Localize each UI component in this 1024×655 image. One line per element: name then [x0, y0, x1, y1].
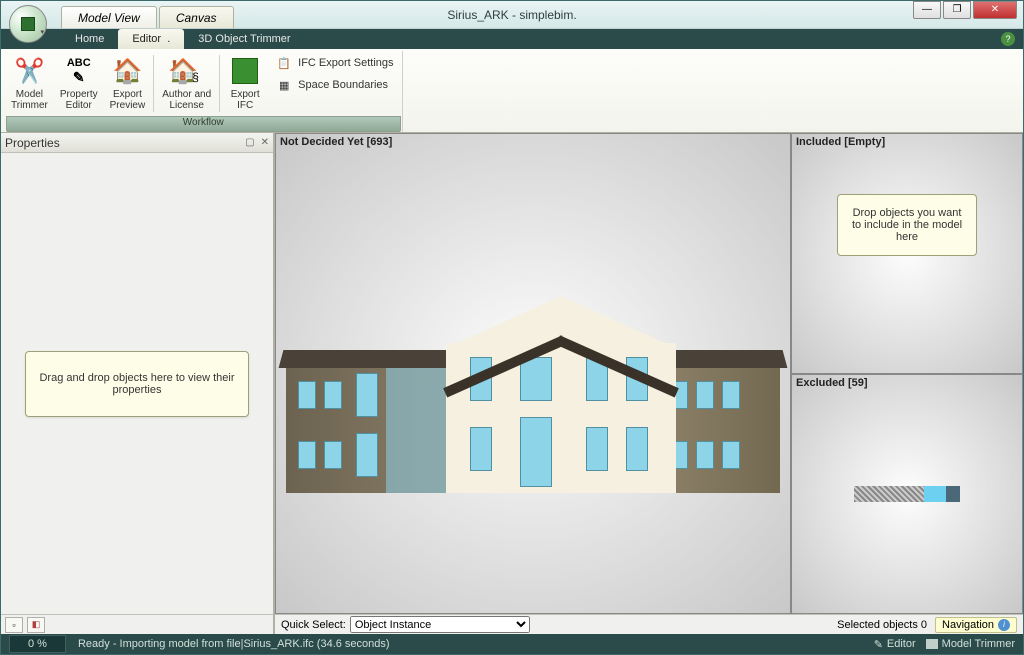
tab-model-view[interactable]: Model View: [61, 6, 157, 28]
quick-select-dropdown[interactable]: Object Instance: [350, 616, 530, 633]
main-area: Properties ▢ ✕ Drag and drop objects her…: [1, 133, 1023, 634]
menu-editor[interactable]: Editor .: [118, 29, 184, 49]
included-drop-hint: Drop objects you want to include in the …: [837, 194, 977, 256]
viewport-excluded-title: Excluded [59]: [796, 377, 868, 389]
status-progress: 0 %: [9, 635, 66, 653]
abc-pencil-icon: ABC✎: [63, 55, 95, 87]
help-button[interactable]: ?: [1001, 32, 1015, 46]
btn-property-editor[interactable]: ABC✎ PropertyEditor: [54, 51, 104, 116]
close-button[interactable]: ✕: [973, 1, 1017, 19]
minimize-button[interactable]: —: [913, 1, 941, 19]
quick-select-bar: Quick Select: Object Instance Selected o…: [275, 614, 1023, 634]
btn-export-preview[interactable]: 🏠 ExportPreview: [104, 51, 152, 116]
export-ifc-icon: [229, 55, 261, 87]
status-bar: 0 % Ready - Importing model from file|Si…: [1, 634, 1023, 654]
settings-list-icon: 📋: [276, 55, 292, 71]
boundaries-icon: ▦: [276, 77, 292, 93]
house-section-icon: 🏠§: [171, 55, 203, 87]
btn-model-trimmer[interactable]: ✂️ ModelTrimmer: [5, 51, 54, 116]
title-bar: ▾ Model View Canvas Sirius_ARK - simpleb…: [1, 1, 1023, 29]
doc-icon: [926, 639, 938, 649]
properties-header: Properties ▢ ✕: [1, 133, 273, 153]
tab-canvas[interactable]: Canvas: [159, 6, 234, 28]
scissors-icon: ✂️: [13, 55, 45, 87]
orb-icon: [21, 17, 35, 31]
properties-drop-hint[interactable]: Drag and drop objects here to view their…: [25, 351, 249, 417]
app-window: ▾ Model View Canvas Sirius_ARK - simpleb…: [0, 0, 1024, 655]
ribbon-side-list: 📋 IFC Export Settings ▦ Space Boundaries: [268, 51, 401, 116]
window-controls: — ❐ ✕: [911, 1, 1017, 19]
btn-space-boundaries[interactable]: ▦ Space Boundaries: [276, 77, 393, 93]
menu-home[interactable]: Home: [61, 29, 118, 49]
navigation-badge[interactable]: Navigation i: [935, 617, 1017, 633]
btn-ifc-export-settings[interactable]: 📋 IFC Export Settings: [276, 55, 393, 71]
status-message: Ready - Importing model from file|Sirius…: [78, 638, 862, 650]
selected-objects-count: Selected objects 0: [837, 619, 927, 631]
ribbon-group-workflow: ✂️ ModelTrimmer ABC✎ PropertyEditor 🏠 Ex…: [5, 51, 403, 132]
properties-title: Properties: [5, 136, 60, 150]
status-tab-editor[interactable]: ✎ Editor: [874, 638, 916, 651]
panel-pin-button[interactable]: ▢: [245, 137, 254, 148]
menu-bar: Home Editor . 3D Object Trimmer ?: [1, 29, 1023, 49]
quick-select-label: Quick Select:: [281, 619, 346, 631]
chevron-down-icon: ▾: [40, 28, 44, 36]
status-tab-model-trimmer[interactable]: Model Trimmer: [926, 638, 1015, 650]
properties-panel: Properties ▢ ✕ Drag and drop objects her…: [1, 133, 275, 634]
excluded-object-preview: [854, 486, 960, 502]
ribbon: ✂️ ModelTrimmer ABC✎ PropertyEditor 🏠 Ex…: [1, 49, 1023, 133]
viewport-included-title: Included [Empty]: [796, 136, 885, 148]
viewport-excluded[interactable]: Excluded [59]: [791, 374, 1023, 615]
viewport-not-decided[interactable]: Not Decided Yet [693]: [275, 133, 791, 614]
properties-footer: ▫ ◧: [1, 614, 273, 634]
viewport-main-title: Not Decided Yet [693]: [280, 136, 392, 148]
viewport-side-column: Included [Empty] Drop objects you want t…: [791, 133, 1023, 614]
btn-author-license[interactable]: 🏠§ Author andLicense: [156, 51, 217, 116]
viewports: Not Decided Yet [693]: [275, 133, 1023, 634]
menu-3d-object-trimmer[interactable]: 3D Object Trimmer: [184, 29, 304, 49]
info-icon: i: [998, 619, 1010, 631]
prop-footer-btn-2[interactable]: ◧: [27, 617, 45, 633]
maximize-button[interactable]: ❐: [943, 1, 971, 19]
panel-close-button[interactable]: ✕: [261, 137, 269, 148]
btn-export-ifc[interactable]: ExportIFC: [222, 51, 268, 116]
ribbon-group-label: Workflow: [6, 116, 401, 132]
house-eye-icon: 🏠: [111, 55, 143, 87]
viewport-included[interactable]: Included [Empty] Drop objects you want t…: [791, 133, 1023, 374]
prop-footer-btn-1[interactable]: ▫: [5, 617, 23, 633]
app-menu-orb[interactable]: ▾: [9, 5, 47, 43]
building-model: [286, 303, 780, 493]
view-tabs: Model View Canvas: [61, 1, 236, 28]
window-title: Sirius_ARK - simplebim.: [447, 8, 576, 22]
